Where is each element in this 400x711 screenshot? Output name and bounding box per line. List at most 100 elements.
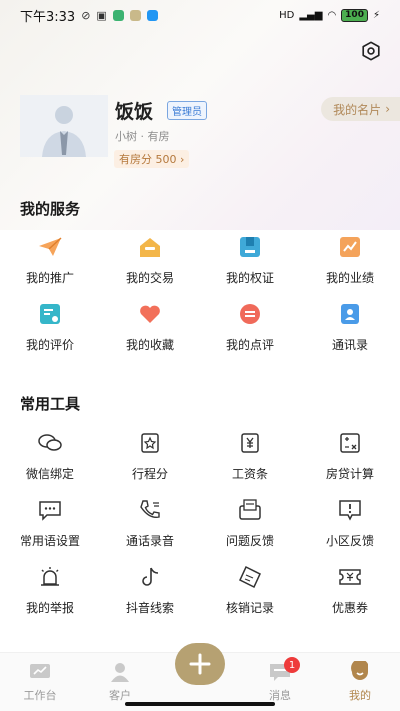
- workbench-icon: [30, 664, 50, 678]
- feedback-inbox-icon: [239, 499, 261, 520]
- home-indicator: [125, 702, 275, 706]
- tools-grid: 微信绑定 行程分 工资条 房贷计算 常用语设置 通话录音 问题反馈 小区反馈 我…: [0, 424, 400, 625]
- services-title: 我的服务: [20, 200, 81, 218]
- tool-label: 核销记录: [225, 601, 274, 615]
- tool-label: 工资条: [231, 467, 268, 481]
- chevron-right-icon: ›: [385, 102, 390, 116]
- tool-label: 通话录音: [125, 534, 174, 548]
- ticket-icon: [239, 565, 261, 589]
- tool-label: 问题反馈: [225, 534, 274, 548]
- tool-item-community-feedback[interactable]: 小区反馈: [300, 491, 400, 558]
- role-badge: 管理员: [167, 101, 207, 120]
- payslip-icon: [241, 433, 259, 453]
- mine-icon: [351, 661, 368, 680]
- wechat-icon: [38, 434, 62, 451]
- customer-icon: [111, 663, 129, 682]
- app-notification-icon: [129, 9, 141, 21]
- tool-label: 常用语设置: [19, 534, 80, 548]
- tool-item-call-recording[interactable]: 通话录音: [100, 491, 200, 558]
- service-item-performance[interactable]: 我的业绩: [300, 228, 400, 295]
- service-item-certificate[interactable]: 我的权证: [200, 228, 300, 295]
- tool-label: 抖音线索: [125, 601, 174, 615]
- service-label: 我的收藏: [125, 338, 174, 352]
- signal-icon: ▂▄▆: [299, 9, 323, 21]
- unread-badge: 1: [284, 657, 300, 673]
- tab-label: 我的: [349, 689, 371, 702]
- tool-label: 优惠券: [331, 601, 368, 615]
- call-recording-icon: [140, 500, 160, 518]
- tool-item-feedback[interactable]: 问题反馈: [200, 491, 300, 558]
- phrases-icon: [39, 501, 61, 521]
- nfc-icon: ▣: [96, 8, 107, 22]
- performance-chart-icon: [340, 237, 360, 257]
- tool-item-itinerary[interactable]: 行程分: [100, 424, 200, 491]
- my-card-button[interactable]: 我的名片 ›: [321, 97, 400, 121]
- service-label: 我的评价: [25, 338, 74, 352]
- service-label: 我的权证: [225, 271, 274, 285]
- service-item-transaction[interactable]: 我的交易: [100, 228, 200, 295]
- wifi-icon: ◠: [327, 9, 337, 21]
- service-item-favorites[interactable]: 我的收藏: [100, 295, 200, 362]
- user-name: 饭饭: [115, 101, 154, 123]
- plus-icon: [189, 653, 211, 675]
- user-subtitle: 小树 · 有房: [115, 130, 170, 143]
- tab-label: 客户: [109, 689, 131, 702]
- points-label: 有房分 500: [119, 153, 177, 166]
- my-card-label: 我的名片: [333, 102, 382, 117]
- report-icon: [339, 500, 361, 521]
- tool-item-redemption-records[interactable]: 核销记录: [200, 558, 300, 625]
- status-time: 下午3:33: [20, 9, 76, 25]
- alarm-icon: [41, 567, 59, 586]
- mute-icon: ⊘: [81, 8, 91, 22]
- settings-icon[interactable]: [360, 40, 382, 62]
- service-item-comments[interactable]: 我的点评: [200, 295, 300, 362]
- service-label: 我的业绩: [325, 271, 374, 285]
- app-notification-icon: [146, 9, 158, 21]
- avatar[interactable]: [20, 95, 108, 157]
- tool-item-coupons[interactable]: 优惠券: [300, 558, 400, 625]
- service-item-rating[interactable]: 我的评价: [0, 295, 100, 362]
- paper-plane-icon: [39, 237, 62, 256]
- service-item-contacts[interactable]: 通讯录: [300, 295, 400, 362]
- heart-icon: [140, 305, 160, 323]
- tab-mine[interactable]: 我的: [320, 653, 400, 711]
- service-label: 我的点评: [225, 338, 274, 352]
- tool-item-report[interactable]: 我的举报: [0, 558, 100, 625]
- profile-section: 饭饭 管理员 小树 · 有房 有房分 500 › 我的名片 ›: [20, 95, 400, 170]
- tab-label: 消息: [269, 689, 291, 702]
- services-grid: 我的推广 我的交易 我的权证 我的业绩 我的评价 我的收藏 我的点评 通讯录: [0, 228, 400, 362]
- tool-item-wechat[interactable]: 微信绑定: [0, 424, 100, 491]
- service-label: 我的交易: [125, 271, 174, 285]
- status-bar: 下午3:33 ⊘ ▣ HD ▂▄▆ ◠ 100 ⚡: [0, 0, 400, 30]
- tools-title: 常用工具: [20, 395, 81, 413]
- charging-icon: ⚡: [372, 9, 380, 21]
- tool-label: 房贷计算: [325, 467, 374, 481]
- tool-item-douyin-leads[interactable]: 抖音线索: [100, 558, 200, 625]
- coupon-icon: [339, 569, 361, 585]
- tool-label: 小区反馈: [325, 534, 374, 548]
- chevron-right-icon: ›: [180, 153, 185, 166]
- default-avatar-icon: [20, 95, 108, 157]
- tool-label: 微信绑定: [25, 467, 74, 481]
- service-label: 我的推广: [25, 271, 74, 285]
- tool-label: 我的举报: [25, 601, 74, 615]
- network-type: HD: [279, 9, 295, 21]
- rating-icon: [40, 304, 60, 324]
- battery-icon: 100: [341, 8, 368, 22]
- service-label: 通讯录: [331, 338, 368, 352]
- tool-item-phrases[interactable]: 常用语设置: [0, 491, 100, 558]
- add-button[interactable]: [175, 643, 225, 685]
- points-badge[interactable]: 有房分 500 ›: [114, 150, 190, 168]
- certificate-icon: [240, 237, 260, 257]
- app-notification-icon: [112, 9, 124, 21]
- tool-label: 行程分: [131, 467, 168, 481]
- tool-item-mortgage-calculator[interactable]: 房贷计算: [300, 424, 400, 491]
- itinerary-star-icon: [141, 433, 159, 453]
- contacts-icon: [341, 304, 359, 324]
- service-item-promotion[interactable]: 我的推广: [0, 228, 100, 295]
- tool-item-payslip[interactable]: 工资条: [200, 424, 300, 491]
- comment-icon: [240, 304, 260, 324]
- douyin-icon: [142, 567, 159, 586]
- tab-workbench[interactable]: 工作台: [0, 653, 80, 711]
- house-transaction-icon: [140, 238, 160, 257]
